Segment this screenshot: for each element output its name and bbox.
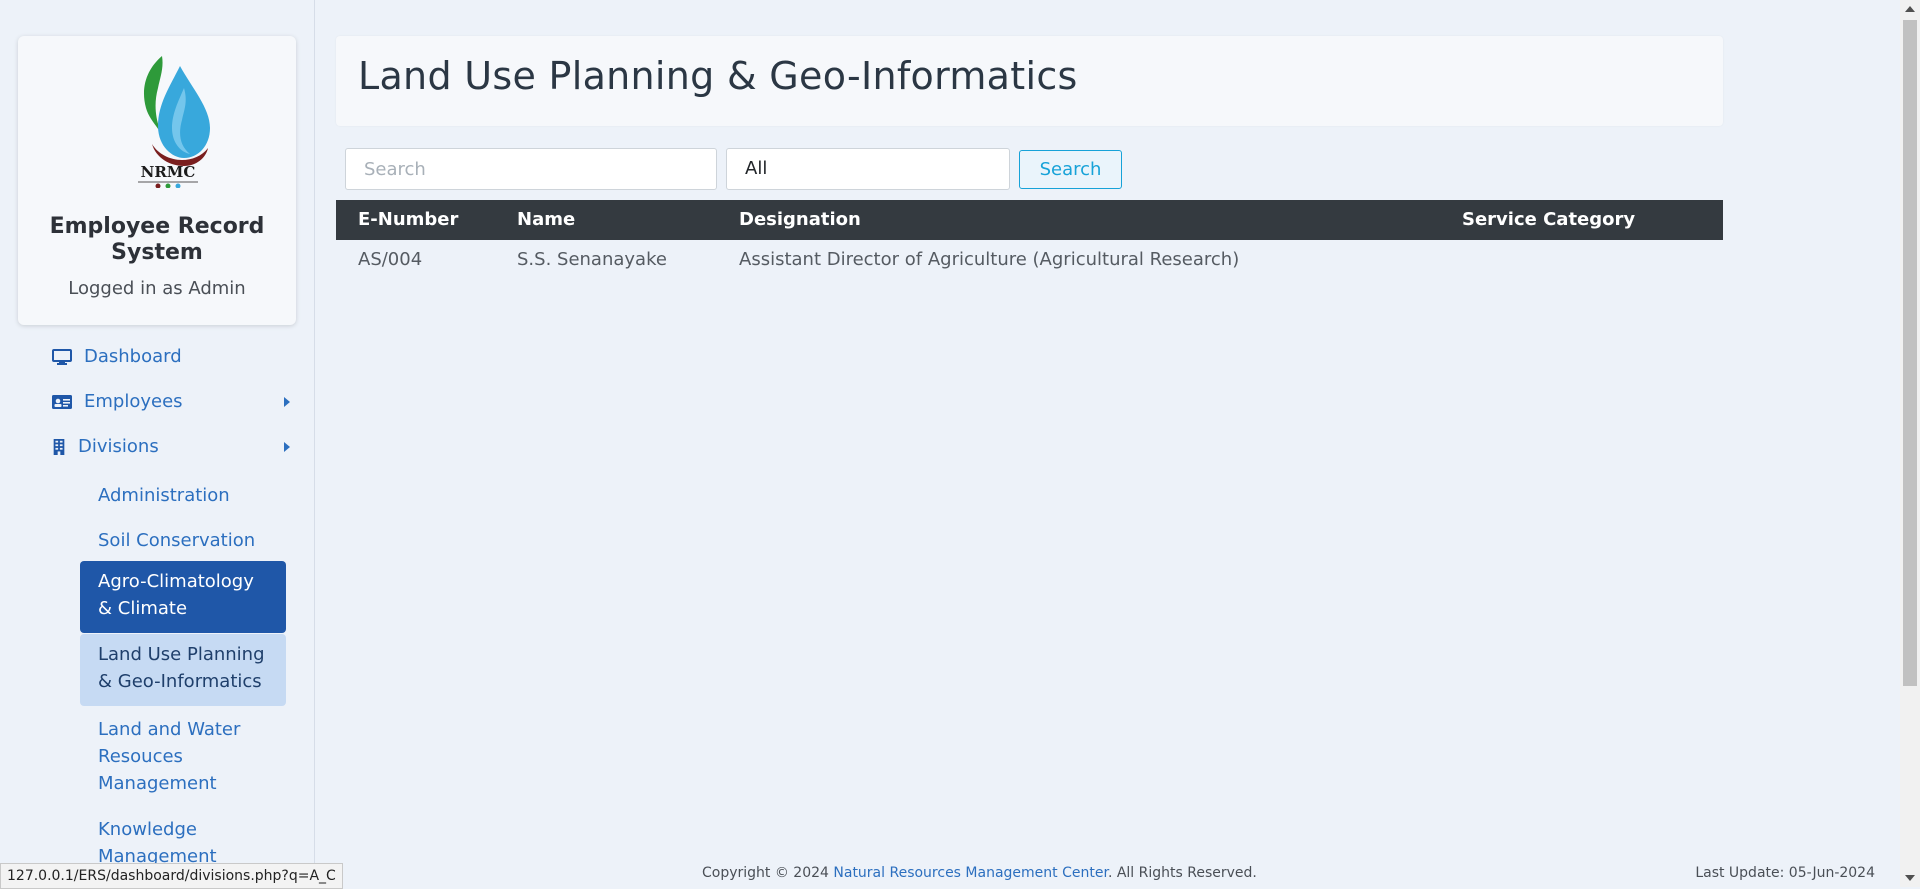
- division-land-use-planning[interactable]: Land Use Planning & Geo-Informatics: [80, 634, 286, 706]
- search-button[interactable]: Search: [1019, 150, 1122, 189]
- division-land-water-management[interactable]: Land and Water Resouces Management: [80, 712, 260, 801]
- brand-card: NRMC Employee Record System Logged in as…: [18, 36, 296, 325]
- nav-divisions[interactable]: Divisions: [52, 436, 159, 457]
- nav-divisions-label: Divisions: [78, 436, 159, 457]
- division-administration[interactable]: Administration: [80, 478, 286, 513]
- page-title: Land Use Planning & Geo-Informatics: [358, 54, 1078, 98]
- monitor-icon: [52, 348, 72, 365]
- category-filter-select[interactable]: All: [726, 148, 1010, 190]
- footer: Copyright © 2024 Natural Resources Manag…: [316, 860, 1900, 887]
- cell-enumber: AS/004: [358, 249, 423, 270]
- division-agro-climatology[interactable]: Agro-Climatology & Climate: [80, 561, 286, 633]
- page-scrollbar[interactable]: [1900, 0, 1920, 887]
- nav-dashboard-label: Dashboard: [84, 346, 182, 367]
- logged-in-label: Logged in as Admin: [68, 278, 246, 299]
- col-header-service-category[interactable]: Service Category: [1462, 200, 1635, 240]
- copyright: Copyright © 2024 Natural Resources Manag…: [702, 860, 1257, 887]
- table-header: E-Number Name Designation Service Catego…: [336, 200, 1723, 240]
- cell-designation: Assistant Director of Agriculture (Agric…: [739, 249, 1240, 270]
- employees-expand-icon[interactable]: [284, 397, 290, 407]
- cell-name: S.S. Senanayake: [517, 249, 667, 270]
- division-soil-conservation[interactable]: Soil Conservation: [80, 523, 286, 558]
- search-input[interactable]: [345, 148, 717, 190]
- nav-dashboard[interactable]: Dashboard: [52, 346, 182, 367]
- org-link[interactable]: Natural Resources Management Center: [833, 865, 1108, 881]
- last-update: Last Update: 05-Jun-2024: [1695, 865, 1875, 881]
- id-card-icon: [52, 394, 72, 409]
- scroll-up-arrow-icon[interactable]: [1905, 6, 1915, 12]
- nrmc-logo: NRMC: [138, 56, 210, 188]
- copyright-prefix: Copyright © 2024: [702, 865, 834, 881]
- nav-employees[interactable]: Employees: [52, 391, 183, 412]
- col-header-designation[interactable]: Designation: [739, 200, 861, 240]
- employee-table: E-Number Name Designation Service Catego…: [336, 200, 1723, 278]
- scroll-down-arrow-icon[interactable]: [1905, 875, 1915, 881]
- scroll-thumb[interactable]: [1903, 20, 1917, 686]
- svg-text:NRMC: NRMC: [141, 163, 196, 181]
- table-row[interactable]: AS/004 S.S. Senanayake Assistant Directo…: [336, 240, 1723, 278]
- sidebar: NRMC Employee Record System Logged in as…: [0, 0, 315, 887]
- building-icon: [53, 438, 65, 455]
- col-header-enumber[interactable]: E-Number: [358, 200, 458, 240]
- browser-status-url: 127.0.0.1/ERS/dashboard/divisions.php?q=…: [0, 863, 343, 889]
- page-header: Land Use Planning & Geo-Informatics: [336, 36, 1723, 126]
- col-header-name[interactable]: Name: [517, 200, 575, 240]
- divisions-expand-icon[interactable]: [284, 442, 290, 452]
- app-title: Employee Record System: [49, 214, 265, 265]
- nav-employees-label: Employees: [84, 391, 183, 412]
- copyright-suffix: . All Rights Reserved.: [1107, 865, 1257, 881]
